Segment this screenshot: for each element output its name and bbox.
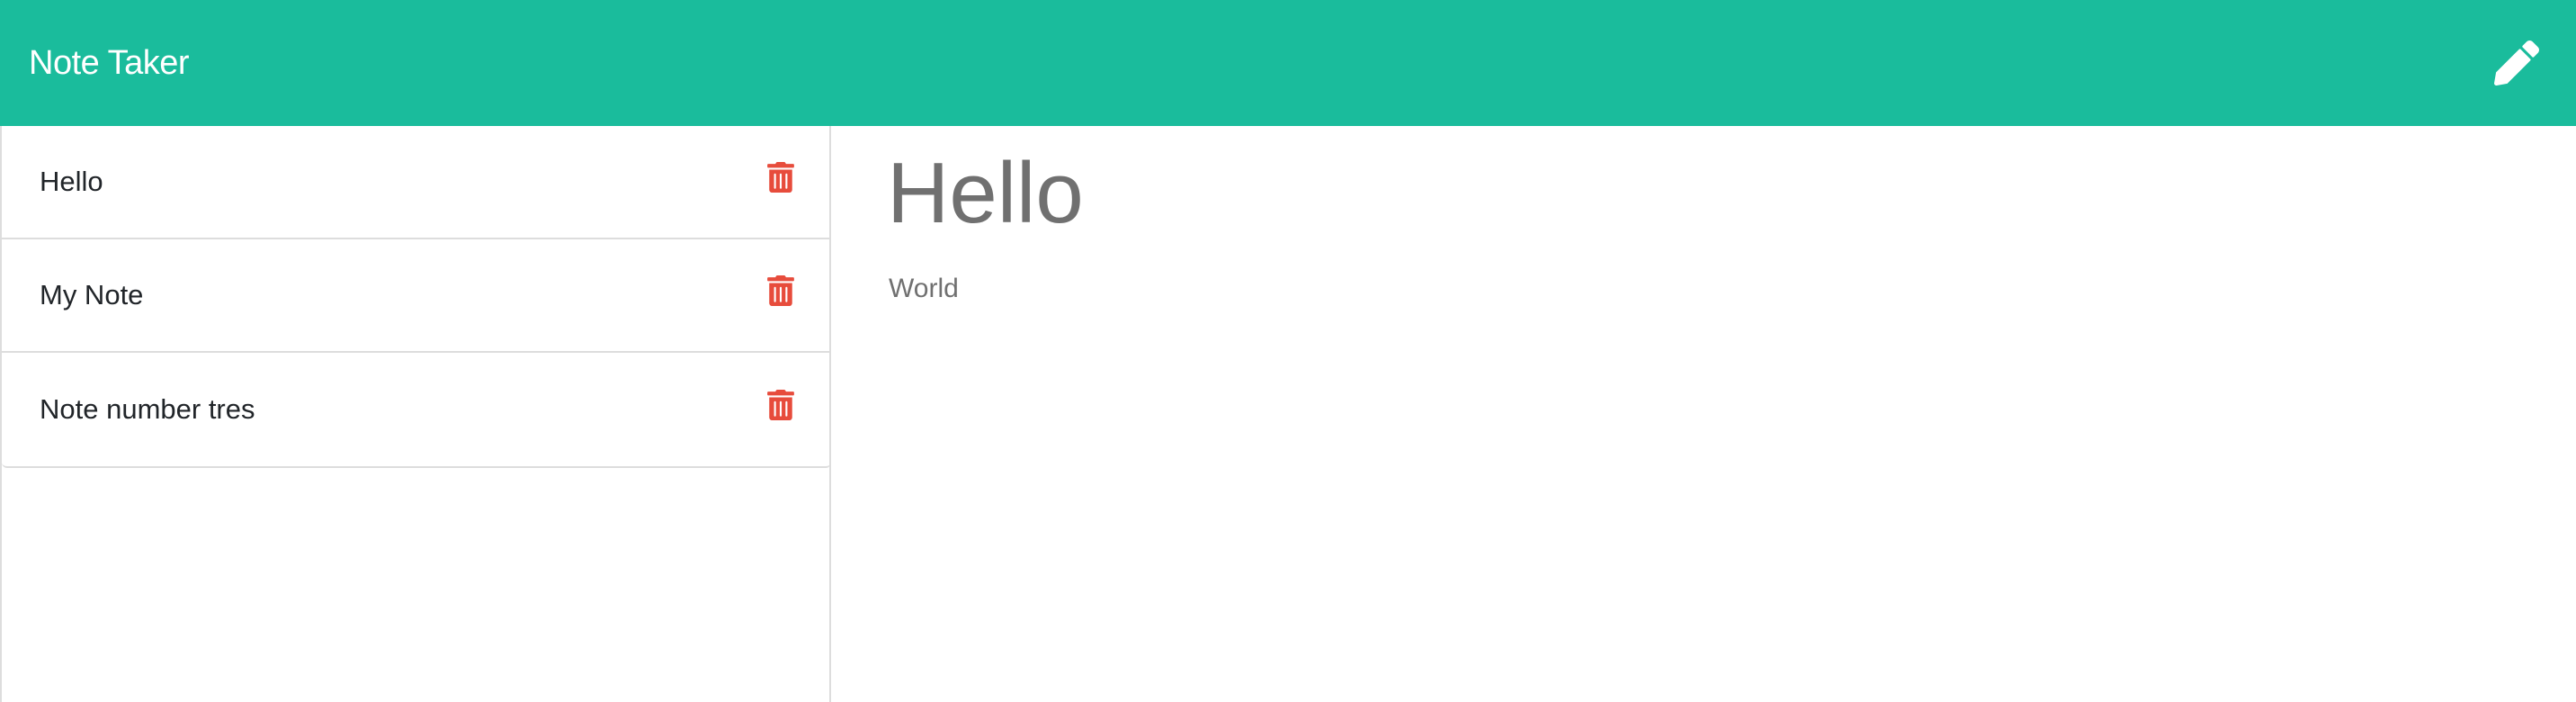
pencil-icon <box>2494 40 2539 86</box>
trash-icon <box>767 162 794 193</box>
trash-icon <box>767 275 794 306</box>
note-list-panel: Hello My Note Note number tres <box>0 126 831 702</box>
new-note-button[interactable] <box>2488 34 2545 92</box>
navbar: Note Taker <box>0 0 2576 126</box>
note-list-item-title: My Note <box>40 279 144 310</box>
app-title[interactable]: Note Taker <box>29 44 190 83</box>
note-list-item[interactable]: Hello <box>2 126 831 239</box>
note-list: Hello My Note Note number tres <box>2 126 831 468</box>
note-list-item[interactable]: Note number tres <box>2 353 831 466</box>
delete-note-button[interactable] <box>763 271 799 310</box>
note-title-field[interactable]: Hello <box>887 146 2518 241</box>
note-editor: Hello World <box>831 126 2576 702</box>
note-text-field[interactable]: World <box>889 274 2518 304</box>
note-list-item[interactable]: My Note <box>2 239 831 353</box>
delete-note-button[interactable] <box>763 158 799 197</box>
delete-note-button[interactable] <box>763 385 799 425</box>
note-list-item-title: Hello <box>40 166 103 197</box>
trash-icon <box>767 390 794 420</box>
note-list-item-title: Note number tres <box>40 393 255 425</box>
